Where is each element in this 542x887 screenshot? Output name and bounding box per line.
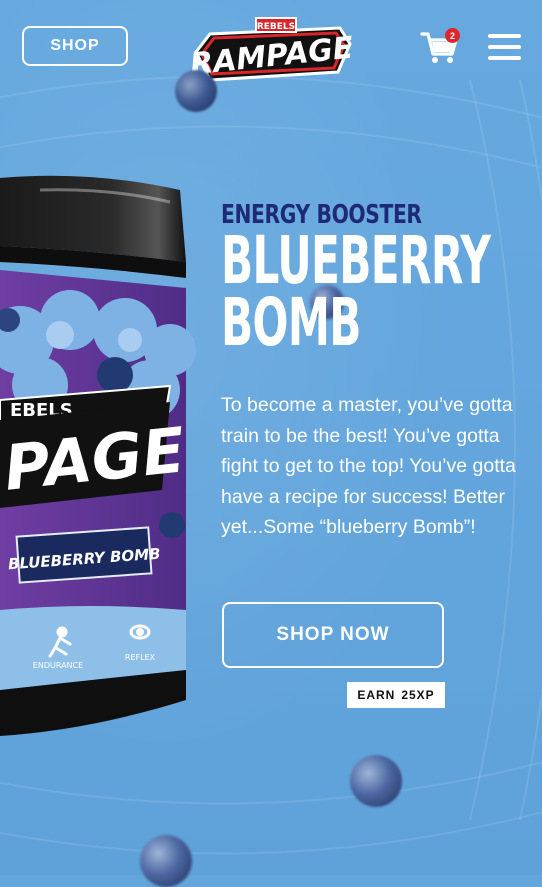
blueberry-decoration — [175, 70, 217, 112]
tub-endurance-label: ENDURANCE — [33, 661, 83, 670]
product-title-line2: BOMB — [221, 284, 361, 361]
product-title: BLUEBERRY BOMB — [221, 222, 491, 361]
rampage-logo[interactable]: REBELS RAMPAGE — [188, 14, 355, 90]
shop-button[interactable]: SHOP — [22, 26, 128, 66]
logo-sub-text: REBELS — [257, 22, 295, 32]
blueberry-decoration — [350, 755, 402, 807]
product-title-line1: BLUEBERRY — [221, 222, 491, 299]
xp-value: 25XP — [401, 688, 435, 702]
cart-count-badge: 2 — [445, 28, 460, 43]
blueberry-decoration — [140, 835, 192, 887]
product-tub-image: EBELS PAGE BLUEBERRY BOMB ENDURANCE REFL… — [0, 175, 196, 736]
hamburger-menu-icon[interactable] — [488, 32, 522, 62]
shop-now-button[interactable]: SHOP NOW — [222, 602, 444, 668]
earn-label: EARN — [357, 688, 396, 702]
tub-reflex-label: REFLEX — [125, 653, 156, 662]
product-description: To become a master, you’ve gotta train t… — [221, 394, 516, 538]
earn-xp-badge: EARN 25XP — [347, 682, 445, 708]
